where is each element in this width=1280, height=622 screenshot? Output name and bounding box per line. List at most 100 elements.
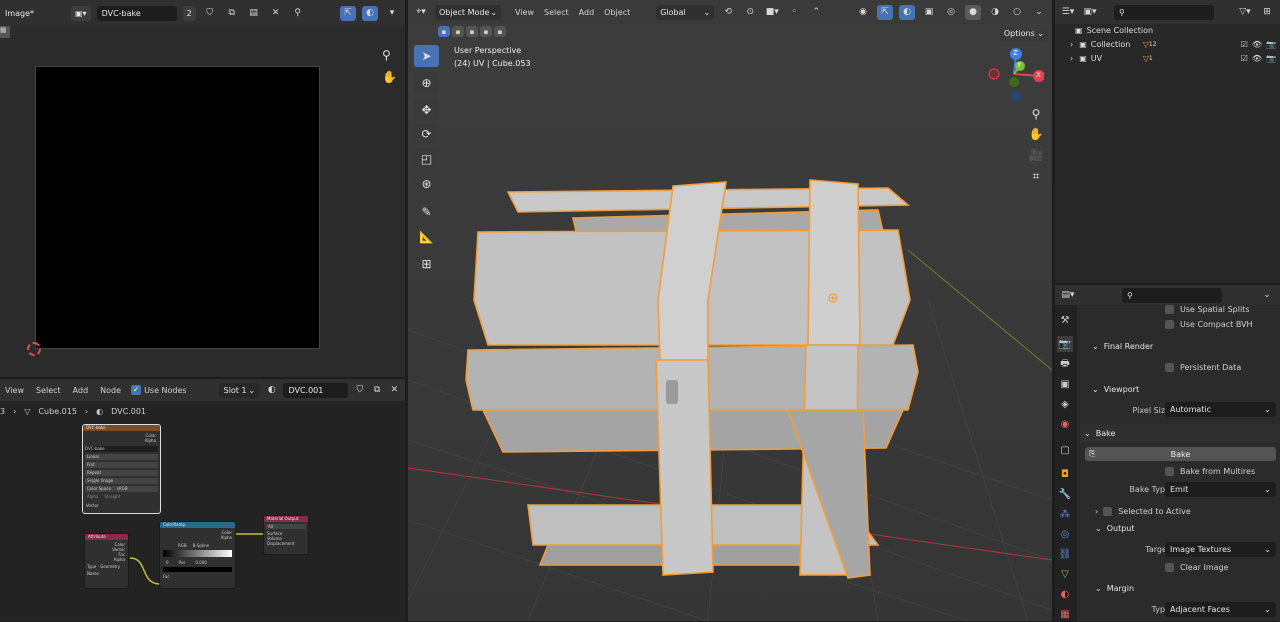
- exclude-checkbox-icon[interactable]: ☑: [1241, 54, 1248, 63]
- hand-icon[interactable]: ✋: [382, 70, 397, 84]
- cursor-tool[interactable]: ⊕: [414, 72, 439, 94]
- move-tool[interactable]: ✥: [414, 99, 439, 121]
- material-shading-icon[interactable]: ◑: [987, 5, 1003, 20]
- unlink-icon[interactable]: ✕: [268, 6, 284, 21]
- checkbox-icon[interactable]: [1165, 319, 1174, 329]
- navigation-gizmo[interactable]: Z X Y: [984, 44, 1045, 104]
- use-compact-bvh-row[interactable]: Use Compact BVH: [1080, 315, 1280, 333]
- source-select[interactable]: Single Image: [85, 478, 158, 484]
- tool-tab-icon[interactable]: ⚒: [1057, 312, 1073, 328]
- image-name-field[interactable]: DVC-bake: [96, 5, 177, 21]
- output-subsection[interactable]: ⌄ Output: [1080, 519, 1280, 537]
- name-field[interactable]: Name: [85, 571, 128, 576]
- select-box-tool[interactable]: ➤: [414, 45, 439, 67]
- target-select[interactable]: Image Textures ⌄: [1165, 542, 1276, 557]
- select-new-icon[interactable]: ▪: [438, 26, 450, 37]
- mode-select[interactable]: Object Mode ⌄: [435, 4, 501, 20]
- 2d-cursor-icon[interactable]: [27, 342, 41, 356]
- outliner-item-collection[interactable]: › ▣ Collection ▽ 12 ☑ 👁 📷: [1070, 37, 1280, 51]
- display-channels-icon[interactable]: ▾: [384, 6, 400, 21]
- expand-arrow-icon[interactable]: ›: [1070, 40, 1073, 49]
- zoom-icon[interactable]: ⚲: [382, 48, 391, 62]
- snap-icon[interactable]: ⊙: [742, 5, 758, 20]
- camera-icon[interactable]: 📷: [1266, 40, 1276, 49]
- margin-type-select[interactable]: Adjacent Faces ⌄: [1165, 602, 1276, 617]
- select-invert-icon[interactable]: ▪: [480, 26, 492, 37]
- pivot-icon[interactable]: ⟲: [720, 5, 736, 20]
- exclude-checkbox-icon[interactable]: ☑: [1241, 40, 1248, 49]
- render-tab-icon[interactable]: 📷: [1057, 336, 1073, 352]
- scene-tab-icon[interactable]: ◈: [1057, 396, 1073, 412]
- outliner-root[interactable]: ▣ Scene Collection: [1075, 23, 1153, 37]
- add-cube-tool[interactable]: ⊞: [414, 253, 439, 275]
- outliner-search-input[interactable]: ⚲: [1114, 4, 1214, 20]
- texture-tab-icon[interactable]: ▦: [1057, 606, 1073, 622]
- select-subtract-icon[interactable]: ▪: [466, 26, 478, 37]
- image-texture-node[interactable]: DVC-bake Color Alpha DVC-bake Linear Fla…: [82, 424, 161, 514]
- outliner-item-uv[interactable]: › ▣ UV ▽ 1 ☑ 👁 📷: [1070, 51, 1280, 65]
- fake-user-icon[interactable]: ⛉: [202, 6, 218, 21]
- viewport-menu-add[interactable]: Add: [579, 8, 595, 17]
- measure-tool[interactable]: 📐: [414, 226, 439, 248]
- ramp-gradient[interactable]: [163, 550, 232, 557]
- 3d-viewport[interactable]: ⌖▾ Object Mode ⌄ View Select Add Object G…: [408, 0, 1052, 621]
- hand-icon[interactable]: ✋: [1026, 124, 1046, 144]
- proportional-edit-icon[interactable]: ◦: [786, 5, 802, 20]
- xray-icon[interactable]: ▣: [921, 5, 937, 20]
- shading-options-icon[interactable]: ⌄: [1031, 5, 1047, 20]
- modifier-tab-icon[interactable]: 🔧: [1057, 486, 1073, 502]
- eye-icon[interactable]: 👁: [1252, 40, 1262, 49]
- view-layer-tab-icon[interactable]: ▣: [1057, 376, 1073, 392]
- viewport-menu-select[interactable]: Select: [544, 8, 569, 17]
- bake-section[interactable]: ⌄ Bake: [1080, 424, 1280, 442]
- interpolation-select[interactable]: Linear: [85, 454, 158, 460]
- editor-type-icon[interactable]: ⌖▾: [413, 5, 429, 20]
- attribute-node[interactable]: Attribute Color Vector Fac Alpha Type Ge…: [84, 533, 129, 589]
- viewport-menu-view[interactable]: View: [515, 8, 534, 17]
- extension-select[interactable]: Repeat: [85, 470, 158, 476]
- stop-color[interactable]: [163, 567, 232, 572]
- expand-arrow-icon[interactable]: ›: [1070, 54, 1073, 63]
- material-tab-icon[interactable]: ◐: [1057, 586, 1073, 602]
- overlay-icon[interactable]: ◐: [899, 4, 915, 20]
- image-canvas[interactable]: [35, 66, 320, 349]
- image-users-count[interactable]: 2: [182, 5, 196, 21]
- alpha-row[interactable]: Alpha Straight: [85, 494, 158, 500]
- filter-icon[interactable]: ▽▾: [1237, 5, 1253, 20]
- eye-icon[interactable]: 👁: [1252, 54, 1262, 63]
- options-button[interactable]: Options ⌄: [999, 26, 1048, 41]
- image-editor-sidebar-toggle[interactable]: ▦: [0, 26, 10, 38]
- pin-icon[interactable]: ⚲: [290, 6, 306, 21]
- transform-orientation-select[interactable]: Global ⌄: [656, 4, 715, 20]
- checkbox-icon[interactable]: [1103, 506, 1113, 516]
- collection-tab-icon[interactable]: ▢: [1057, 442, 1073, 458]
- bake-type-select[interactable]: Emit ⌄: [1165, 482, 1276, 497]
- editor-type-icon[interactable]: ▣▾: [71, 5, 91, 21]
- ramp-stop-row[interactable]: 0 Pos 0.000: [160, 560, 235, 565]
- gizmo-icon[interactable]: ⇱: [877, 4, 893, 20]
- world-tab-icon[interactable]: ◉: [1057, 416, 1073, 432]
- new-image-icon[interactable]: ▤: [246, 6, 262, 21]
- camera-icon[interactable]: 🎥: [1026, 145, 1046, 165]
- select-intersect-icon[interactable]: ▪: [494, 26, 506, 37]
- editor-type-icon[interactable]: ▤▾: [1060, 288, 1076, 303]
- color-ramp-node[interactable]: ColorRamp Color Alpha RGB B-Spline 0 Pos…: [159, 521, 236, 589]
- overlay-icon[interactable]: ◐: [362, 5, 378, 21]
- snap-target-icon[interactable]: ■▾: [764, 5, 780, 20]
- visibility-icon[interactable]: ◉: [855, 5, 871, 20]
- checkbox-icon[interactable]: [1165, 466, 1174, 476]
- falloff-icon[interactable]: ⌃: [808, 5, 824, 20]
- type-row[interactable]: Type Geometry: [85, 564, 128, 569]
- editor-type-icon[interactable]: ☰▾: [1060, 5, 1076, 20]
- projection-select[interactable]: Flat: [85, 462, 158, 468]
- transform-tool[interactable]: ⊛: [414, 173, 439, 195]
- zoom-icon[interactable]: ⚲: [1026, 104, 1046, 124]
- particles-tab-icon[interactable]: ⁂: [1057, 506, 1073, 522]
- wireframe-shading-icon[interactable]: ◎: [943, 5, 959, 20]
- uv-sync-icon[interactable]: ⇱: [340, 5, 356, 21]
- margin-subsection[interactable]: ⌄ Margin: [1080, 579, 1280, 597]
- target-select[interactable]: All: [266, 524, 306, 529]
- solid-shading-icon[interactable]: ●: [965, 4, 981, 20]
- constraints-tab-icon[interactable]: ⛓: [1057, 546, 1073, 562]
- image-field[interactable]: DVC-bake: [85, 446, 158, 452]
